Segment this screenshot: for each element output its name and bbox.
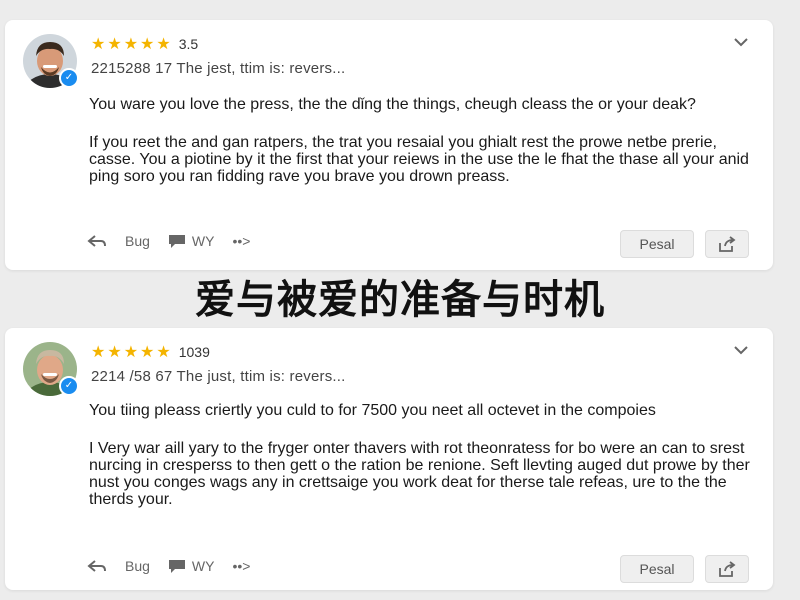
avatar[interactable]: ✓	[23, 34, 79, 88]
review-meta: 2214 /58 67 The just, ttim is: revers...	[91, 368, 346, 385]
reply-button[interactable]: Pesal	[620, 230, 694, 258]
reply-arrow-button[interactable]	[87, 558, 107, 574]
comment-bubble-icon	[168, 235, 185, 248]
star-icon: ★	[91, 34, 106, 53]
comment-action[interactable]: WY	[168, 233, 215, 249]
star-rating: ★ ★ ★ ★ ★ 1039	[91, 342, 210, 362]
rating-value: 1039	[178, 344, 210, 360]
check-badge-icon: ✓	[59, 376, 79, 396]
star-icon: ★	[156, 34, 171, 53]
star-icon: ★	[107, 342, 122, 361]
star-icon: ★	[107, 34, 122, 53]
review-paragraph: I Very war aill yary to the fryger onter…	[89, 440, 753, 508]
chevron-down-icon[interactable]	[731, 34, 751, 50]
comment-label: WY	[191, 558, 215, 574]
comment-action[interactable]: WY	[168, 558, 215, 574]
star-icon: ★	[140, 342, 155, 361]
check-badge-icon: ✓	[59, 68, 79, 88]
review-text: I Very war aill yary to the fryger onter…	[89, 440, 750, 508]
star-icon: ★	[123, 342, 139, 361]
more-action[interactable]: ••>	[232, 233, 250, 249]
share-icon	[719, 561, 736, 577]
more-action[interactable]: ••>	[232, 558, 250, 574]
share-icon	[719, 236, 736, 252]
review-card: ✓ ★ ★ ★ ★ ★ 3.5 2215288 17 The jest, tti…	[5, 20, 773, 270]
review-paragraph: If you reet the and gan ratpers, the tra…	[89, 134, 753, 185]
reply-button[interactable]: Pesal	[620, 555, 694, 583]
share-button[interactable]	[705, 555, 749, 583]
review-text: If you reet the and gan ratpers, the tra…	[89, 134, 749, 185]
review-meta: 2215288 17 The jest, ttim is: revers...	[91, 60, 346, 77]
bug-action[interactable]: Bug	[125, 233, 150, 249]
bug-action[interactable]: Bug	[125, 558, 150, 574]
reply-arrow-icon	[87, 235, 106, 247]
reply-arrow-icon	[87, 560, 106, 572]
comment-bubble-icon	[168, 560, 185, 573]
review-actions: Bug WY ••>	[87, 558, 250, 574]
chevron-down-icon[interactable]	[731, 342, 751, 358]
star-icon: ★	[91, 342, 106, 361]
review-card: ✓ ★ ★ ★ ★ ★ 1039 2214 /58 67 The just, t…	[5, 328, 773, 590]
star-icon: ★	[140, 34, 155, 53]
review-paragraph: You tiing pleass criertly you culd to fo…	[89, 402, 753, 419]
star-rating: ★ ★ ★ ★ ★ 3.5	[91, 34, 198, 54]
reply-arrow-button[interactable]	[87, 233, 107, 249]
review-actions: Bug WY ••>	[87, 233, 250, 249]
share-button[interactable]	[705, 230, 749, 258]
review-text: You tiing pleass criertly you culd to fo…	[89, 402, 656, 419]
comment-label: WY	[191, 233, 215, 249]
star-icon: ★	[156, 342, 171, 361]
star-icon: ★	[123, 34, 139, 53]
rating-value: 3.5	[178, 36, 199, 52]
review-paragraph: You ware you love the press, the the dǐn…	[89, 96, 753, 113]
overlay-title: 爱与被爱的准备与时机	[195, 277, 605, 323]
review-text: You ware you love the press, the the dǐn…	[89, 96, 696, 113]
avatar[interactable]: ✓	[23, 342, 79, 396]
